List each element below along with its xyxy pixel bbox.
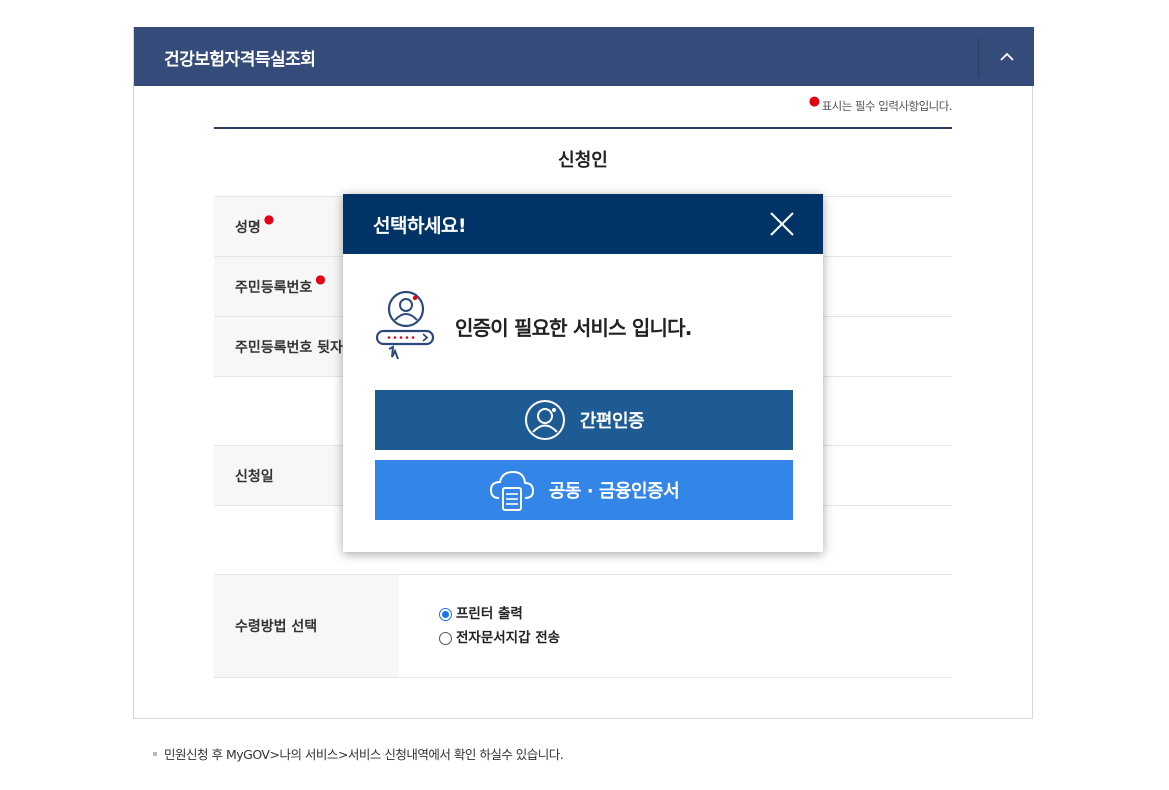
radio-label: 프린터 출력	[456, 606, 523, 622]
row-label-text: 성명	[235, 219, 261, 236]
auth-select-modal: 선택하세요! 인증이 필요한 서비스 입니다. 간편인증 공동 · 금융인증서	[343, 194, 823, 552]
auth-message-row: 인증이 필요한 서비스 입니다.	[375, 286, 795, 366]
user-auth-icon	[375, 290, 435, 360]
chevron-up-icon	[999, 52, 1014, 61]
required-dot-icon: ●	[808, 94, 820, 109]
certificate-auth-button[interactable]: 공동 · 금융인증서	[375, 460, 793, 520]
required-dot-icon: ●	[263, 211, 275, 226]
panel-header: 건강보험자격득실조회	[134, 27, 1034, 86]
user-circle-icon	[524, 399, 566, 441]
panel-title: 건강보험자격득실조회	[164, 50, 316, 70]
simple-auth-button[interactable]: 간편인증	[375, 390, 793, 450]
required-note: ● 표시는 필수 입력사항입니다.	[809, 94, 953, 114]
radio-circle-selected[interactable]	[439, 607, 452, 621]
row-label-text: 주민등록번호	[235, 279, 313, 296]
radio-circle[interactable]	[439, 631, 452, 645]
form-row-receive-method: 수령방법 선택 프린터 출력 전자문서지갑 전송	[214, 575, 952, 678]
simple-auth-label: 간편인증	[579, 411, 645, 432]
close-icon	[770, 212, 794, 236]
modal-title: 선택하세요!	[373, 215, 467, 237]
footnote: 민원신청 후 MyGOV>나의 서비스>서비스 신청내역에서 확인 하실수 있습…	[153, 744, 564, 763]
cloud-server-icon	[489, 468, 535, 512]
bullet-icon	[153, 752, 157, 756]
certificate-auth-label: 공동 · 금융인증서	[548, 481, 680, 502]
modal-close-button[interactable]	[765, 207, 799, 241]
row-label: 수령방법 선택	[214, 575, 399, 677]
row-label-text: 주민등록번호 뒷자리	[235, 339, 356, 356]
radio-label: 전자문서지갑 전송	[456, 630, 561, 646]
required-dot-icon: ●	[315, 271, 326, 286]
collapse-button[interactable]	[979, 27, 1034, 86]
radio-printer[interactable]: 프린터 출력	[439, 602, 952, 626]
section-title: 신청인	[214, 129, 952, 197]
receive-method-options: 프린터 출력 전자문서지갑 전송	[399, 575, 952, 677]
radio-e-wallet[interactable]: 전자문서지갑 전송	[439, 626, 952, 650]
modal-header: 선택하세요!	[343, 194, 823, 254]
auth-message: 인증이 필요한 서비스 입니다.	[455, 315, 692, 340]
footnote-text: 민원신청 후 MyGOV>나의 서비스>서비스 신청내역에서 확인 하실수 있습…	[164, 747, 564, 762]
required-note-text: 표시는 필수 입력사항입니다.	[821, 99, 953, 113]
